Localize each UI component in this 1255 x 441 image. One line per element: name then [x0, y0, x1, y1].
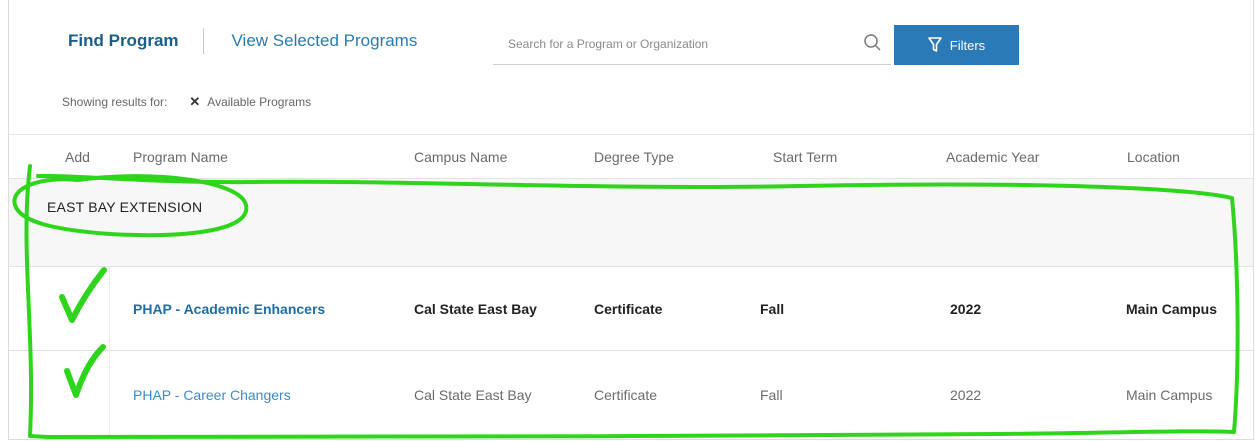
- academic-year: 2022: [950, 387, 982, 403]
- start-term: Fall: [760, 301, 785, 317]
- degree-type: Certificate: [594, 301, 663, 317]
- table-row: PHAP - Academic Enhancers Cal State East…: [9, 267, 1253, 351]
- location: Main Campus: [1126, 387, 1213, 403]
- tab-find-program[interactable]: Find Program: [68, 31, 179, 51]
- column-header-program-name[interactable]: Program Name: [133, 149, 228, 165]
- table-header: Add Program Name Campus Name Degree Type…: [9, 134, 1253, 179]
- filter-chip-label: Available Programs: [207, 95, 312, 109]
- column-header-campus-name[interactable]: Campus Name: [414, 149, 507, 165]
- group-title: EAST BAY EXTENSION: [47, 199, 203, 215]
- group-row: EAST BAY EXTENSION: [9, 179, 1253, 267]
- column-header-location[interactable]: Location: [1127, 149, 1180, 165]
- location: Main Campus: [1126, 301, 1218, 317]
- add-cell[interactable]: [9, 351, 110, 440]
- top-nav: Find Program View Selected Programs: [68, 28, 417, 54]
- add-cell[interactable]: [9, 267, 110, 350]
- search-box: [493, 25, 891, 65]
- column-header-academic-year[interactable]: Academic Year: [946, 149, 1039, 165]
- academic-year: 2022: [950, 301, 982, 317]
- showing-label: Showing results for:: [62, 95, 168, 109]
- start-term: Fall: [760, 387, 783, 403]
- campus-name: Cal State East Bay: [414, 387, 532, 403]
- column-header-start-term[interactable]: Start Term: [773, 149, 837, 165]
- nav-divider: [202, 28, 204, 54]
- tab-view-selected-programs[interactable]: View Selected Programs: [232, 31, 418, 51]
- column-header-add: Add: [65, 149, 90, 165]
- close-icon[interactable]: ✕: [189, 94, 200, 110]
- campus-name: Cal State East Bay: [414, 301, 537, 317]
- search-input[interactable]: [493, 25, 848, 63]
- search-icon[interactable]: [863, 33, 885, 55]
- program-name-link[interactable]: PHAP - Career Changers: [133, 387, 291, 403]
- table-row: PHAP - Career Changers Cal State East Ba…: [9, 351, 1253, 440]
- filter-icon: [927, 37, 942, 52]
- degree-type: Certificate: [594, 387, 658, 403]
- column-header-degree-type[interactable]: Degree Type: [594, 149, 674, 165]
- program-name-link[interactable]: PHAP - Academic Enhancers: [133, 301, 325, 317]
- filter-chip-available-programs[interactable]: ✕ Available Programs: [189, 94, 311, 110]
- filters-button[interactable]: Filters: [894, 25, 1019, 65]
- filters-label: Filters: [949, 37, 986, 53]
- results-summary: Showing results for: ✕ Available Program…: [62, 94, 311, 110]
